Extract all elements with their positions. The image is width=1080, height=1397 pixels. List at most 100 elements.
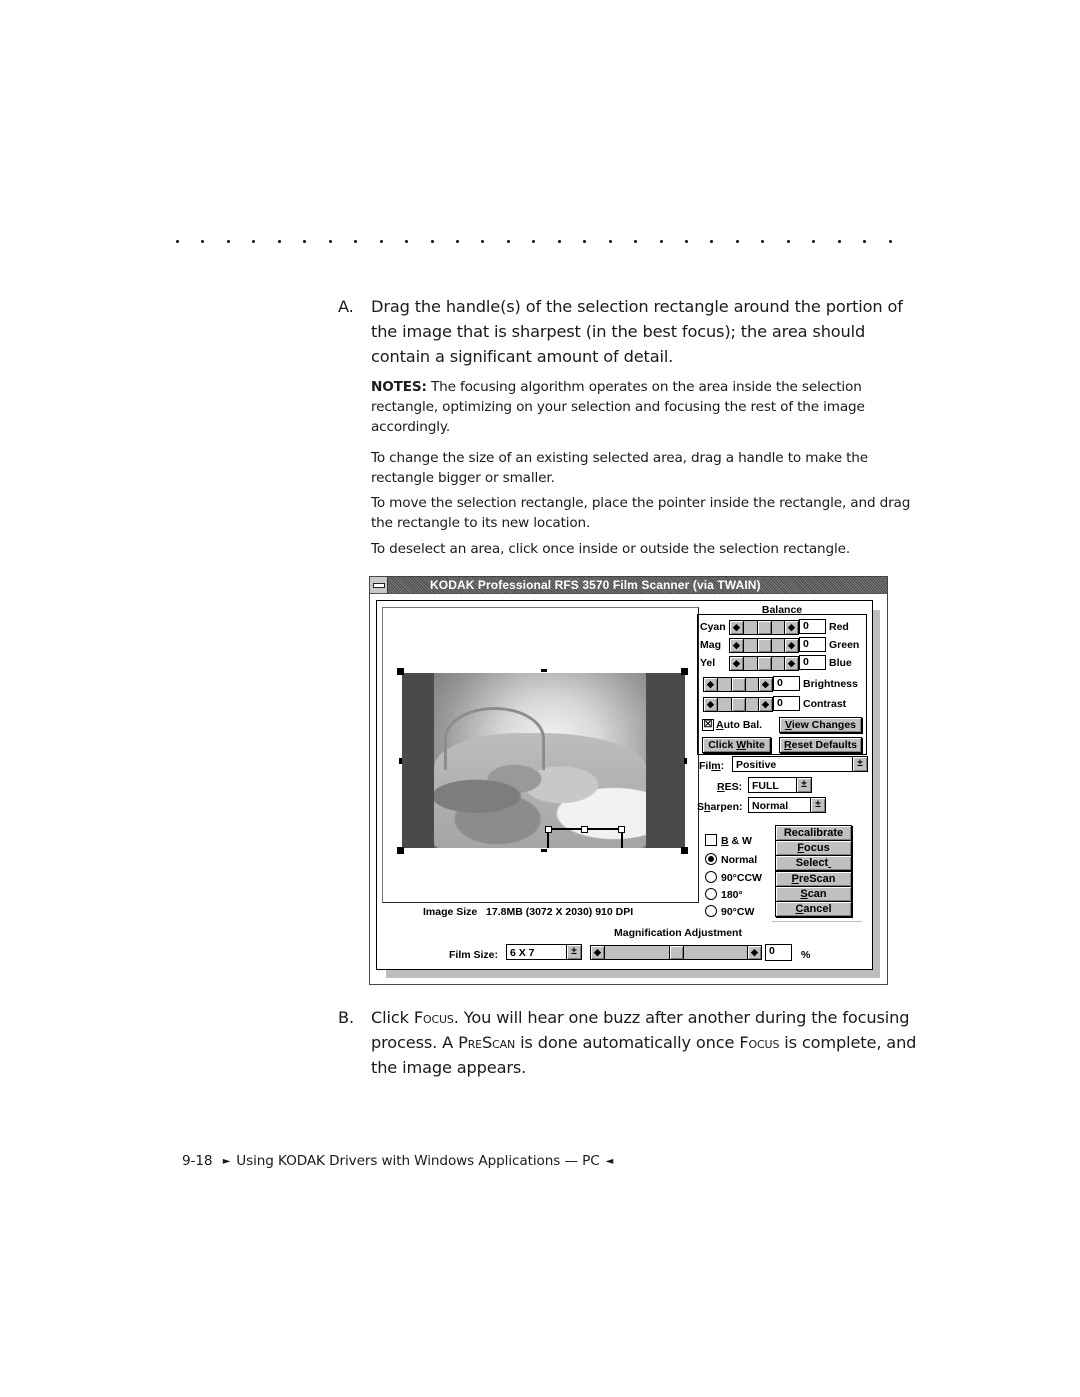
auto-bal-checkbox[interactable]: ☒ (702, 719, 714, 731)
divider (772, 921, 862, 922)
arrow-right-icon[interactable]: ◆ (758, 678, 772, 691)
text: is done automatically once (515, 1033, 740, 1052)
film-size-label: Film Size: (449, 949, 499, 961)
triangle-right-icon: ► (222, 1156, 231, 1167)
brightness-row: ◆ ◆ 0 Brightness (698, 676, 866, 692)
image-size-label: Image Size (423, 906, 478, 918)
res-dropdown[interactable]: FULL ± (748, 777, 812, 793)
contrast-slider[interactable]: ◆ ◆ (703, 697, 773, 712)
radio-90ccw[interactable] (705, 871, 717, 883)
selection-handle[interactable] (618, 826, 625, 833)
crop-handle-bottom-left[interactable] (397, 847, 404, 854)
radio-90ccw-label: 90°CCW (721, 872, 762, 884)
recalibrate-button[interactable]: Recalibrate (775, 825, 852, 841)
separator-dot (379, 240, 383, 243)
step-a-letter: A. (338, 297, 354, 316)
reset-defaults-button[interactable]: Reset Defaults (779, 737, 862, 753)
separator-dot (354, 240, 358, 243)
yel-blue-value[interactable]: 0 (799, 655, 826, 670)
yel-blue-slider[interactable]: ◆ ◆ (729, 656, 799, 671)
focus-selection-rectangle[interactable] (545, 826, 625, 848)
arrow-left-icon[interactable]: ◆ (730, 621, 744, 634)
arrow-right-icon[interactable]: ◆ (784, 657, 798, 670)
bw-checkbox[interactable] (705, 834, 717, 846)
arrow-left-icon[interactable]: ◆ (704, 698, 718, 711)
crop-handle-top-left[interactable] (397, 668, 404, 675)
image-size-value: 17.8MB (3072 X 2030) 910 DPI (486, 906, 634, 918)
crop-handle-right[interactable] (684, 758, 687, 764)
dropdown-arrow-icon[interactable]: ± (796, 778, 811, 792)
select-button[interactable]: Select (775, 855, 852, 871)
arrow-right-icon[interactable]: ◆ (784, 621, 798, 634)
crop-handle-top-right[interactable] (681, 668, 688, 675)
scanner-dialog-window: KODAK Professional RFS 3570 Film Scanner… (369, 576, 888, 985)
film-size-dropdown[interactable]: 6 X 7 ± (506, 944, 582, 960)
mag-green-value[interactable]: 0 (799, 637, 826, 652)
selection-handle[interactable] (581, 826, 588, 833)
footer-title: Using KODAK Drivers with Windows Applica… (236, 1153, 600, 1169)
radio-180[interactable] (705, 888, 717, 900)
focus-button[interactable]: Focus (775, 840, 852, 856)
slider-thumb[interactable] (757, 639, 772, 652)
dropdown-arrow-icon[interactable]: ± (810, 798, 825, 812)
arrow-left-icon[interactable]: ◆ (730, 639, 744, 652)
separator-dot (863, 240, 867, 243)
arrow-right-icon[interactable]: ◆ (747, 946, 761, 959)
focus-term: Focus (739, 1033, 780, 1052)
step-b-letter: B. (338, 1008, 354, 1027)
crop-handle-top[interactable] (541, 669, 547, 672)
brightness-value[interactable]: 0 (773, 676, 800, 691)
cancel-button[interactable]: Cancel (775, 901, 852, 917)
separator-dot (608, 240, 612, 243)
slider-thumb[interactable] (757, 621, 772, 634)
prescan-button[interactable]: PreScan (775, 871, 852, 887)
arrow-left-icon[interactable]: ◆ (591, 946, 605, 959)
mag-label: Mag (700, 639, 721, 651)
scan-button[interactable]: Scan (775, 886, 852, 902)
view-changes-button[interactable]: View Changes (779, 717, 862, 733)
separator-dot (735, 240, 739, 243)
arrow-right-icon[interactable]: ◆ (758, 698, 772, 711)
sharpen-dropdown[interactable]: Normal ± (748, 797, 826, 813)
magnification-slider[interactable]: ◆ ◆ (590, 945, 762, 960)
slider-thumb[interactable] (757, 657, 772, 670)
magnification-value[interactable]: 0 (765, 944, 792, 961)
click-white-button[interactable]: Click White (702, 737, 771, 753)
contrast-row: ◆ ◆ 0 Contrast (698, 696, 866, 712)
radio-normal[interactable] (705, 853, 717, 865)
slider-thumb[interactable] (731, 678, 746, 691)
crop-handle-left[interactable] (399, 758, 402, 764)
contrast-label: Contrast (803, 698, 847, 710)
arrow-left-icon[interactable]: ◆ (730, 657, 744, 670)
crop-handle-bottom[interactable] (541, 849, 547, 852)
image-preview[interactable] (382, 607, 699, 903)
arrow-left-icon[interactable]: ◆ (704, 678, 718, 691)
blue-label: Blue (829, 657, 852, 669)
crop-handle-bottom-right[interactable] (681, 847, 688, 854)
arrow-right-icon[interactable]: ◆ (784, 639, 798, 652)
slider-thumb[interactable] (731, 698, 746, 711)
system-menu-button[interactable] (370, 577, 388, 593)
sharpen-label: Sharpen: (697, 801, 743, 813)
cyan-red-slider[interactable]: ◆ ◆ (729, 620, 799, 635)
brightness-slider[interactable]: ◆ ◆ (703, 677, 773, 692)
focus-term: Focus (413, 1008, 454, 1027)
selection-handle[interactable] (545, 826, 552, 833)
dropdown-arrow-icon[interactable]: ± (566, 945, 581, 959)
separator-dot (277, 240, 281, 243)
mag-green-row: Mag ◆ ◆ 0 Green (698, 637, 866, 653)
percent-label: % (801, 949, 811, 961)
separator-dot (303, 240, 307, 243)
separator-dot (710, 240, 714, 243)
title-bar[interactable]: KODAK Professional RFS 3570 Film Scanner… (370, 577, 887, 594)
radio-90cw[interactable] (705, 905, 717, 917)
note-text: The focusing algorithm operates on the a… (371, 379, 865, 435)
slider-thumb[interactable] (669, 946, 684, 959)
mag-green-slider[interactable]: ◆ ◆ (729, 638, 799, 653)
dropdown-arrow-icon[interactable]: ± (852, 757, 867, 771)
cyan-red-value[interactable]: 0 (799, 619, 826, 634)
note-deselect: To deselect an area, click once inside o… (371, 541, 851, 557)
film-dropdown[interactable]: Positive ± (732, 756, 868, 772)
contrast-value[interactable]: 0 (773, 696, 800, 711)
window-title: KODAK Professional RFS 3570 Film Scanner… (430, 578, 761, 592)
